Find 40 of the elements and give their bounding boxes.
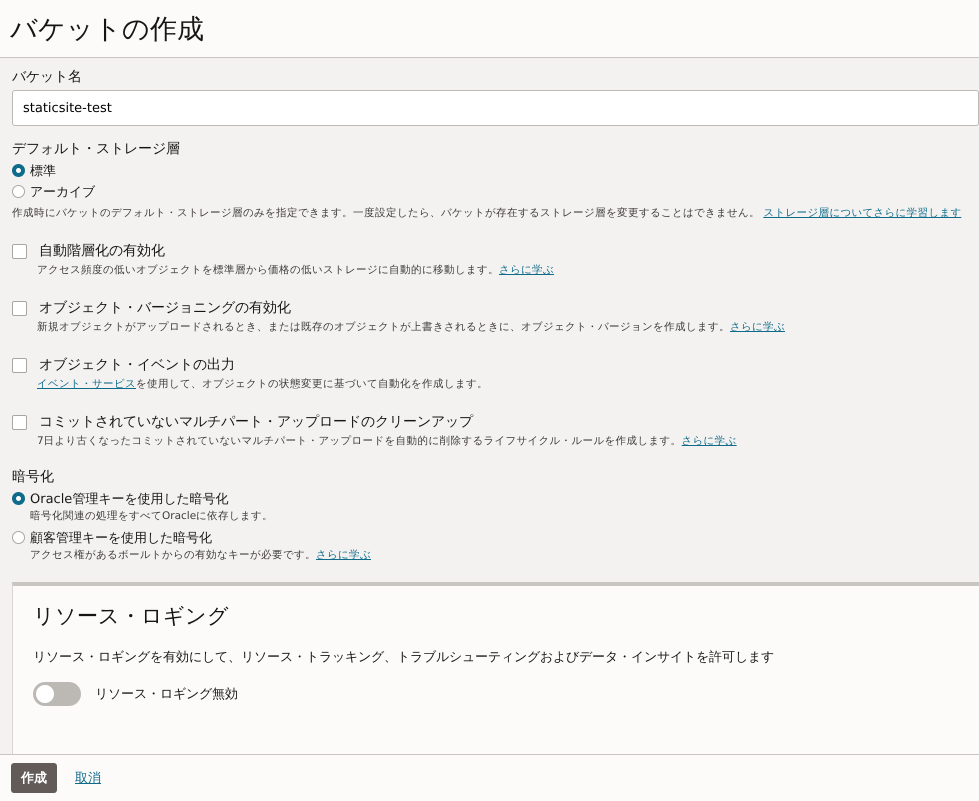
checkbox-label: コミットされていないマルチパート・アップロードのクリーンアップ bbox=[39, 413, 473, 431]
checkbox-label: オブジェクト・イベントの出力 bbox=[39, 356, 235, 374]
option-description: アクセス権があるボールトからの有効なキーが必要です。さらに学ぶ bbox=[30, 548, 372, 562]
radio-option[interactable]: アーカイブ bbox=[12, 181, 979, 202]
learn-more-link[interactable]: ストレージ層についてさらに学習します bbox=[763, 207, 962, 219]
radio-icon[interactable] bbox=[12, 164, 25, 177]
learn-more-link[interactable]: さらに学ぶ bbox=[730, 321, 785, 333]
create-button[interactable]: 作成 bbox=[11, 763, 57, 793]
storage-tier-note: 作成時にバケットのデフォルト・ストレージ層のみを指定できます。一度設定したら、バケットが存在するストレージ層を変更することはできません。 ストレージ層についてさらに学習します bbox=[12, 206, 962, 220]
option-description: アクセス頻度の低いオブジェクトを標準層から価格の低いストレージに自動的に移動します。さらに学ぶ bbox=[37, 263, 555, 277]
checkbox[interactable] bbox=[12, 244, 27, 258]
radio-icon[interactable] bbox=[12, 185, 25, 198]
checkbox[interactable] bbox=[12, 300, 27, 316]
radio-option[interactable]: 顧客管理キーを使用した暗号化 bbox=[12, 527, 979, 548]
option-description: イベント・サービス を使用して、オブジェクトの状態変更に基づいて自動化を作成します。 bbox=[37, 377, 489, 391]
learn-more-link[interactable]: イベント・サービス bbox=[37, 378, 136, 390]
option-description: 7日より古くなったコミットされていないマルチパート・アップロードを自動的に削除するライフサイクル・ルールを作成します。さらに学ぶ bbox=[37, 434, 738, 448]
option-description: 暗号化関連の処理をすべてOracleに依存します。 bbox=[30, 509, 274, 523]
checkbox-label: オブジェクト・バージョニングの有効化 bbox=[39, 299, 291, 317]
option-description: 新規オブジェクトがアップロードされるとき、または既存のオブジェクトが上書きされるときに、オブジェクト・バージョンを作成します。さらに学ぶ bbox=[37, 320, 786, 334]
field-label: デフォルト・ストレージ層 bbox=[12, 140, 181, 158]
cancel-link[interactable]: 取消 bbox=[75, 769, 101, 787]
radio-option[interactable]: 標準 bbox=[12, 160, 979, 181]
radio-icon[interactable] bbox=[12, 531, 25, 544]
toggle-label: リソース・ロギング無効 bbox=[95, 686, 238, 703]
learn-more-link[interactable]: さらに学ぶ bbox=[316, 549, 371, 561]
checkbox[interactable] bbox=[12, 358, 27, 372]
bucket-name-field[interactable]: staticsite-test bbox=[12, 90, 979, 126]
learn-more-link[interactable]: さらに学ぶ bbox=[499, 264, 554, 276]
checkbox[interactable] bbox=[12, 414, 27, 430]
card-description: リソース・ロギングを有効にして、リソース・トラッキング、トラブルシューティングおよびデータ・インサイトを許可します bbox=[33, 649, 775, 666]
radio-icon[interactable] bbox=[12, 492, 25, 505]
toggle-switch[interactable] bbox=[33, 682, 81, 706]
radio-option[interactable]: Oracle管理キーを使用した暗号化 bbox=[12, 488, 979, 509]
field-label: バケット名 bbox=[12, 68, 83, 86]
checkbox-label: 自動階層化の有効化 bbox=[39, 242, 165, 260]
learn-more-link[interactable]: さらに学ぶ bbox=[682, 435, 737, 447]
card-title: リソース・ロギング bbox=[33, 603, 230, 630]
page-title: バケットの作成 bbox=[10, 12, 204, 46]
field-label: 暗号化 bbox=[12, 468, 55, 486]
